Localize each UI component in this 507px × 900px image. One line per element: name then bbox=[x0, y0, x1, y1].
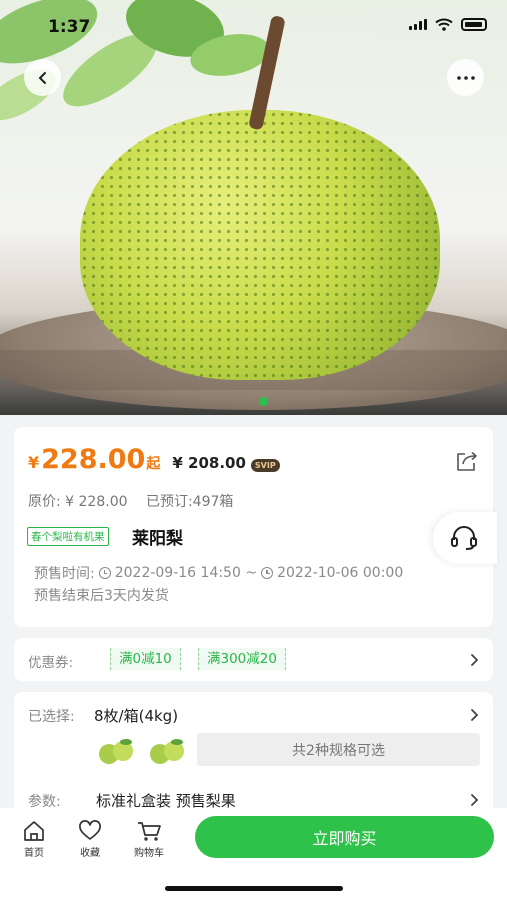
chevron-right-icon[interactable] bbox=[470, 793, 479, 807]
bottom-action-bar: 首页 收藏 购物车 立即购买 bbox=[0, 808, 507, 900]
chevron-right-icon[interactable] bbox=[470, 708, 479, 722]
price-suffix: 起 bbox=[146, 456, 161, 472]
spec-options-button[interactable]: 共2种规格可选 bbox=[197, 733, 480, 766]
wifi-icon bbox=[435, 18, 453, 31]
selected-label: 已选择: bbox=[28, 709, 75, 725]
selected-value[interactable]: 8枚/箱(4kg) bbox=[94, 705, 178, 726]
coupon-item[interactable]: 满300减20 bbox=[198, 648, 286, 670]
original-price: 原价: ¥ 228.00 bbox=[28, 494, 128, 510]
presale-label: 预售时间: bbox=[34, 566, 95, 582]
product-image-carousel[interactable] bbox=[0, 0, 507, 415]
vip-price: ¥ 208.00 bbox=[172, 454, 246, 472]
coupon-item[interactable]: 满0减10 bbox=[110, 648, 181, 670]
more-button[interactable] bbox=[447, 59, 484, 96]
presale-time: 预售时间: 2022-09-16 14:50 ~ 2022-10-06 00:0… bbox=[34, 563, 403, 583]
price-meta: 原价: ¥ 228.00 已预订:497箱 bbox=[28, 491, 247, 511]
presale-end: 2022-10-06 00:00 bbox=[277, 565, 404, 581]
presale-start: 2022-09-16 14:50 ~ bbox=[114, 565, 258, 581]
nav-favorite-label: 收藏 bbox=[80, 848, 100, 859]
clock-icon bbox=[98, 567, 111, 579]
nav-favorite[interactable]: 收藏 bbox=[65, 820, 115, 859]
buy-now-button[interactable]: 立即购买 bbox=[195, 816, 494, 858]
spec-card: 已选择: 8枚/箱(4kg) 共2种规格可选 参数: 标准礼盒装 预售梨果 bbox=[14, 692, 493, 822]
spec-thumbnail-2[interactable] bbox=[147, 736, 187, 766]
customer-service-button[interactable] bbox=[433, 512, 497, 564]
price: 228.00 bbox=[41, 444, 146, 475]
spec-thumbnail-1[interactable] bbox=[96, 736, 136, 766]
nav-cart[interactable]: 购物车 bbox=[124, 820, 174, 859]
product-tag: 春个梨啦有机果 bbox=[27, 527, 109, 546]
nav-cart-label: 购物车 bbox=[134, 848, 164, 859]
currency-symbol: ¥ bbox=[28, 453, 40, 472]
svip-badge: SVIP bbox=[250, 459, 280, 472]
product-name: 莱阳梨 bbox=[132, 529, 183, 549]
chevron-left-icon bbox=[38, 71, 46, 84]
coupon-label: 优惠券: bbox=[28, 655, 74, 671]
home-icon bbox=[24, 821, 44, 841]
price-row: ¥ 228.00 起 ¥ 208.00 SVIP bbox=[28, 444, 280, 475]
product-info-card: ¥ 228.00 起 ¥ 208.00 SVIP 原价: ¥ 228.00 已预… bbox=[14, 427, 493, 627]
carousel-indicator[interactable] bbox=[259, 397, 268, 406]
status-icons bbox=[409, 18, 487, 31]
signal-icon bbox=[409, 19, 427, 30]
back-button[interactable] bbox=[24, 59, 61, 96]
nav-home[interactable]: 首页 bbox=[9, 820, 59, 859]
clock-icon bbox=[261, 567, 274, 579]
booked-count: 已预订:497箱 bbox=[145, 494, 234, 510]
chevron-right-icon bbox=[471, 654, 479, 666]
nav-home-label: 首页 bbox=[24, 848, 44, 859]
headset-icon bbox=[451, 526, 477, 550]
pear-image bbox=[80, 110, 440, 380]
share-icon[interactable] bbox=[455, 450, 479, 472]
more-icon bbox=[456, 75, 475, 80]
heart-icon bbox=[79, 820, 101, 840]
battery-icon bbox=[461, 18, 487, 31]
status-time: 1:37 bbox=[48, 17, 91, 37]
cart-icon bbox=[138, 822, 161, 841]
ship-note: 预售结束后3天内发货 bbox=[34, 588, 169, 604]
coupon-card[interactable]: 优惠券: 满0减10 满300减20 bbox=[14, 638, 493, 681]
home-indicator bbox=[165, 886, 343, 891]
